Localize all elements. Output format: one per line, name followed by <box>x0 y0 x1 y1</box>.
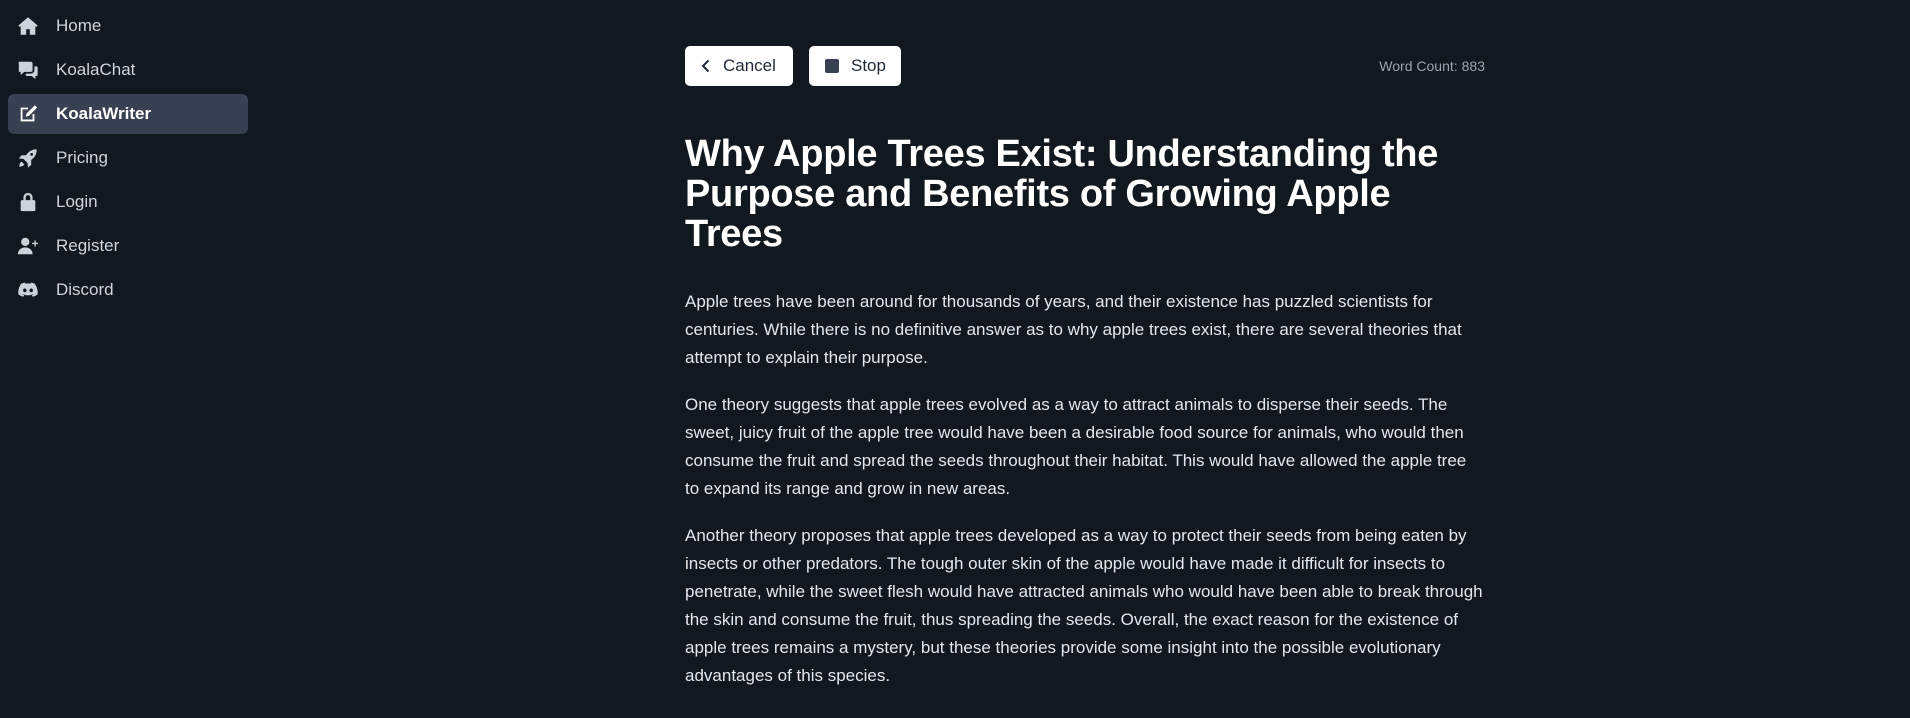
sidebar-item-label: KoalaWriter <box>56 104 152 123</box>
sidebar-item-label: KoalaChat <box>56 60 136 79</box>
stop-icon <box>825 59 839 73</box>
word-count-value: 883 <box>1461 58 1485 74</box>
writer-main: Cancel Stop Word Count: 883 Why Apple Tre… <box>685 0 1485 709</box>
sidebar-item-discord[interactable]: Discord <box>8 270 248 310</box>
article-paragraph: Another theory proposes that apple trees… <box>685 526 1483 685</box>
word-count-label: Word Count: <box>1379 58 1458 74</box>
sidebar-item-label: Discord <box>56 280 114 299</box>
cancel-label: Cancel <box>723 56 776 75</box>
sidebar-item-register[interactable]: Register <box>8 226 248 266</box>
chevron-left-icon <box>701 59 710 73</box>
sidebar-item-label: Home <box>56 16 102 35</box>
stop-label: Stop <box>851 56 886 75</box>
sidebar-item-home[interactable]: Home <box>8 6 248 46</box>
article-body: Apple trees have been around for thousan… <box>685 288 1485 690</box>
lock-icon <box>16 190 40 214</box>
sidebar-item-koalachat[interactable]: KoalaChat <box>8 50 248 90</box>
sidebar-item-login[interactable]: Login <box>8 182 248 222</box>
chat-icon <box>16 58 40 82</box>
discord-icon <box>16 278 40 302</box>
sidebar-item-koalawriter[interactable]: KoalaWriter <box>8 94 248 134</box>
sidebar-item-label: Register <box>56 236 120 255</box>
stop-button[interactable]: Stop <box>809 46 901 86</box>
edit-icon <box>16 102 40 126</box>
article-paragraph: Apple trees have been around for thousan… <box>685 292 1462 367</box>
writer-toolbar: Cancel Stop Word Count: 883 <box>685 0 1485 86</box>
user-plus-icon <box>16 234 40 258</box>
article-title: Why Apple Trees Exist: Understanding the… <box>685 133 1439 255</box>
article-paragraph: One theory suggests that apple trees evo… <box>685 395 1467 498</box>
rocket-icon <box>16 146 40 170</box>
cancel-button[interactable]: Cancel <box>685 46 793 86</box>
word-count: Word Count: 883 <box>1379 58 1485 74</box>
sidebar-item-label: Login <box>56 192 98 211</box>
sidebar-item-label: Pricing <box>56 148 108 167</box>
sidebar-item-pricing[interactable]: Pricing <box>8 138 248 178</box>
home-icon <box>16 14 40 38</box>
sidebar: Home KoalaChat KoalaWriter Pricing Login… <box>0 0 256 718</box>
